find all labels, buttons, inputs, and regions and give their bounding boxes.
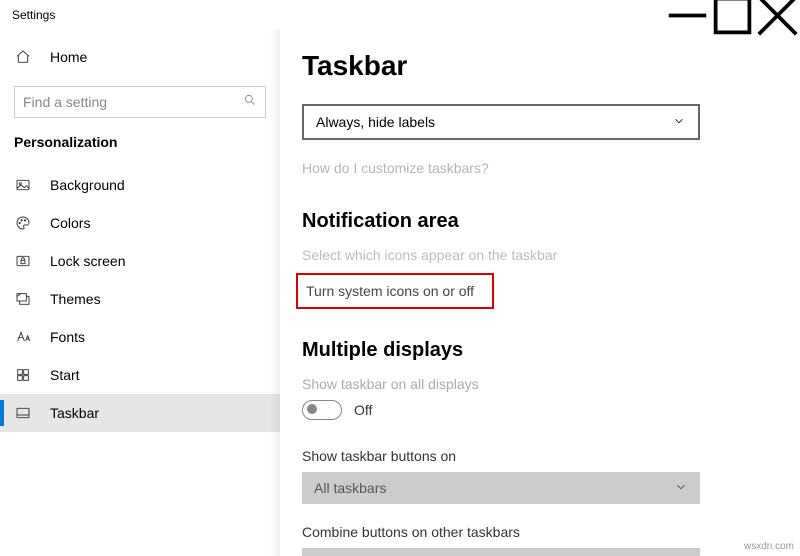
titlebar: Settings (0, 0, 800, 30)
dropdown-value: Always, hide labels (316, 114, 435, 130)
lock-icon (14, 252, 32, 270)
home-label: Home (50, 49, 87, 65)
chevron-down-icon (674, 480, 688, 497)
window-buttons (665, 0, 800, 30)
search-field[interactable] (23, 94, 243, 110)
system-icons-link[interactable]: Turn system icons on or off (296, 273, 494, 309)
sidebar-item-fonts[interactable]: Fonts (0, 318, 280, 356)
sidebar-item-themes[interactable]: Themes (0, 280, 280, 318)
minimize-button[interactable] (665, 0, 710, 30)
sidebar-item-colors[interactable]: Colors (0, 204, 280, 242)
show-buttons-dropdown[interactable]: All taskbars (302, 472, 700, 504)
taskbar-icon (14, 404, 32, 422)
sidebar: Home Personalization Background Colors L… (0, 30, 280, 556)
chevron-down-icon (672, 114, 686, 131)
sidebar-item-label: Colors (50, 215, 90, 231)
window-title: Settings (12, 8, 665, 22)
themes-icon (14, 290, 32, 308)
toggle-state: Off (354, 402, 372, 418)
show-buttons-label: Show taskbar buttons on (302, 448, 760, 464)
combine-other-label: Combine buttons on other taskbars (302, 524, 760, 540)
sidebar-item-label: Lock screen (50, 253, 125, 269)
combine-other-dropdown[interactable]: Always, hide labels (302, 548, 700, 556)
sidebar-item-label: Themes (50, 291, 101, 307)
main-panel: Taskbar Always, hide labels How do I cus… (280, 30, 800, 556)
sidebar-item-label: Background (50, 177, 125, 193)
dropdown-value: All taskbars (314, 480, 386, 496)
sidebar-item-start[interactable]: Start (0, 356, 280, 394)
show-taskbar-toggle[interactable] (302, 400, 342, 420)
customize-link[interactable]: How do I customize taskbars? (302, 160, 760, 176)
fonts-icon (14, 328, 32, 346)
sidebar-item-label: Fonts (50, 329, 85, 345)
start-icon (14, 366, 32, 384)
combine-dropdown[interactable]: Always, hide labels (302, 104, 700, 140)
picture-icon (14, 176, 32, 194)
sidebar-item-taskbar[interactable]: Taskbar (0, 394, 280, 432)
sidebar-item-background[interactable]: Background (0, 166, 280, 204)
home-icon (14, 48, 32, 66)
sidebar-item-lockscreen[interactable]: Lock screen (0, 242, 280, 280)
watermark: wsxdn.com (744, 541, 794, 552)
select-icons-link[interactable]: Select which icons appear on the taskbar (302, 247, 760, 263)
sidebar-item-label: Start (50, 367, 80, 383)
notification-heading: Notification area (302, 210, 760, 233)
search-icon (243, 93, 257, 112)
sidebar-item-label: Taskbar (50, 405, 99, 421)
home-nav[interactable]: Home (0, 40, 280, 74)
page-title: Taskbar (302, 50, 760, 82)
show-taskbar-label: Show taskbar on all displays (302, 376, 760, 392)
section-label: Personalization (0, 126, 280, 166)
maximize-button[interactable] (710, 0, 755, 30)
search-input[interactable] (14, 86, 266, 118)
multiple-displays-heading: Multiple displays (302, 339, 760, 362)
palette-icon (14, 214, 32, 232)
close-button[interactable] (755, 0, 800, 30)
